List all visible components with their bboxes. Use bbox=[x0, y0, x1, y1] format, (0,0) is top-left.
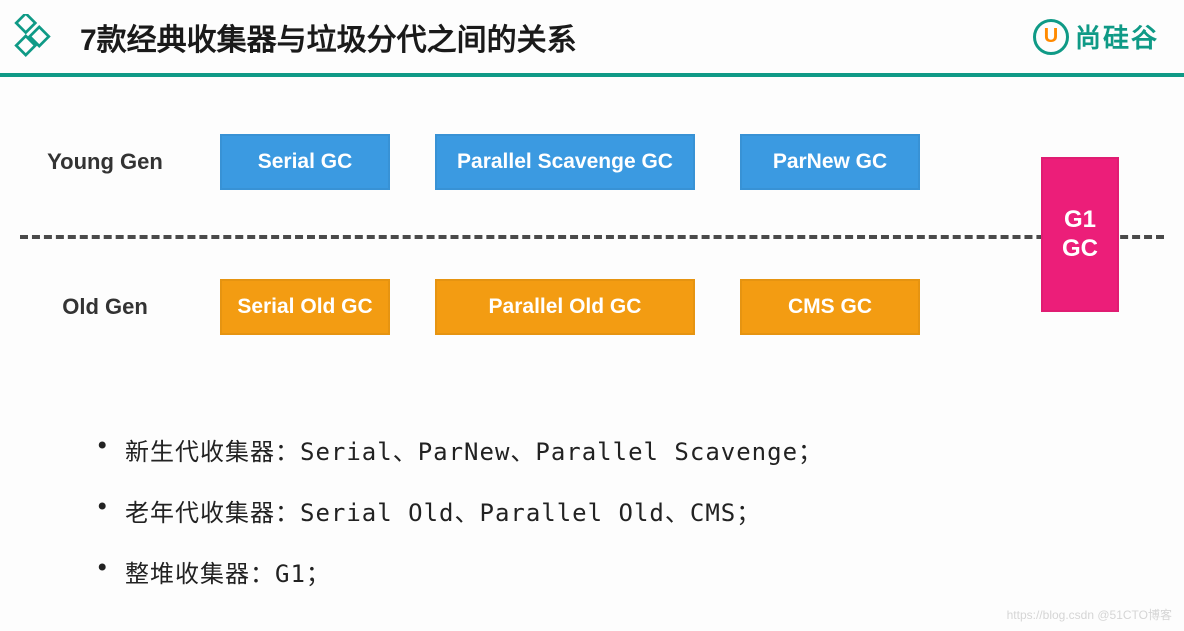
brand-circle-icon: U bbox=[1033, 19, 1069, 55]
old-gen-row: Old Gen Serial Old GC Parallel Old GC CM… bbox=[20, 262, 1164, 352]
box-g1-gc: G1 GC bbox=[1041, 157, 1119, 312]
brand-letter: U bbox=[1044, 25, 1058, 48]
g1-line1: G1 bbox=[1064, 206, 1096, 235]
bullet-item: 老年代收集器：Serial Old、Parallel Old、CMS； bbox=[95, 493, 1184, 528]
slide-header: 7款经典收集器与垃圾分代之间的关系 U 尚硅谷 bbox=[0, 0, 1184, 77]
bullet-list: 新生代收集器：Serial、ParNew、Parallel Scavenge； … bbox=[95, 432, 1184, 589]
box-parnew-gc: ParNew GC bbox=[740, 134, 920, 190]
bullet-item: 整堆收集器：G1； bbox=[95, 554, 1184, 589]
g1-line2: GC bbox=[1062, 235, 1098, 264]
young-gen-row: Young Gen Serial GC Parallel Scavenge GC… bbox=[20, 117, 1164, 207]
box-serial-gc: Serial GC bbox=[220, 134, 390, 190]
watermark: https://blog.csdn @51CTO博客 bbox=[1007, 606, 1172, 623]
box-parallel-scavenge-gc: Parallel Scavenge GC bbox=[435, 134, 695, 190]
old-gen-boxes: Serial Old GC Parallel Old GC CMS GC bbox=[190, 279, 920, 335]
box-cms-gc: CMS GC bbox=[740, 279, 920, 335]
brand-logo: U 尚硅谷 bbox=[1033, 18, 1159, 55]
box-serial-old-gc: Serial Old GC bbox=[220, 279, 390, 335]
generation-divider bbox=[20, 235, 1164, 239]
box-parallel-old-gc: Parallel Old GC bbox=[435, 279, 695, 335]
young-gen-boxes: Serial GC Parallel Scavenge GC ParNew GC bbox=[190, 134, 920, 190]
slide-title: 7款经典收集器与垃圾分代之间的关系 bbox=[80, 15, 1033, 59]
old-gen-label: Old Gen bbox=[20, 294, 190, 320]
young-gen-label: Young Gen bbox=[20, 149, 190, 175]
diamond-icon bbox=[10, 14, 55, 59]
gc-diagram: Young Gen Serial GC Parallel Scavenge GC… bbox=[20, 117, 1164, 377]
bullet-item: 新生代收集器：Serial、ParNew、Parallel Scavenge； bbox=[95, 432, 1184, 467]
brand-text: 尚硅谷 bbox=[1075, 18, 1159, 55]
